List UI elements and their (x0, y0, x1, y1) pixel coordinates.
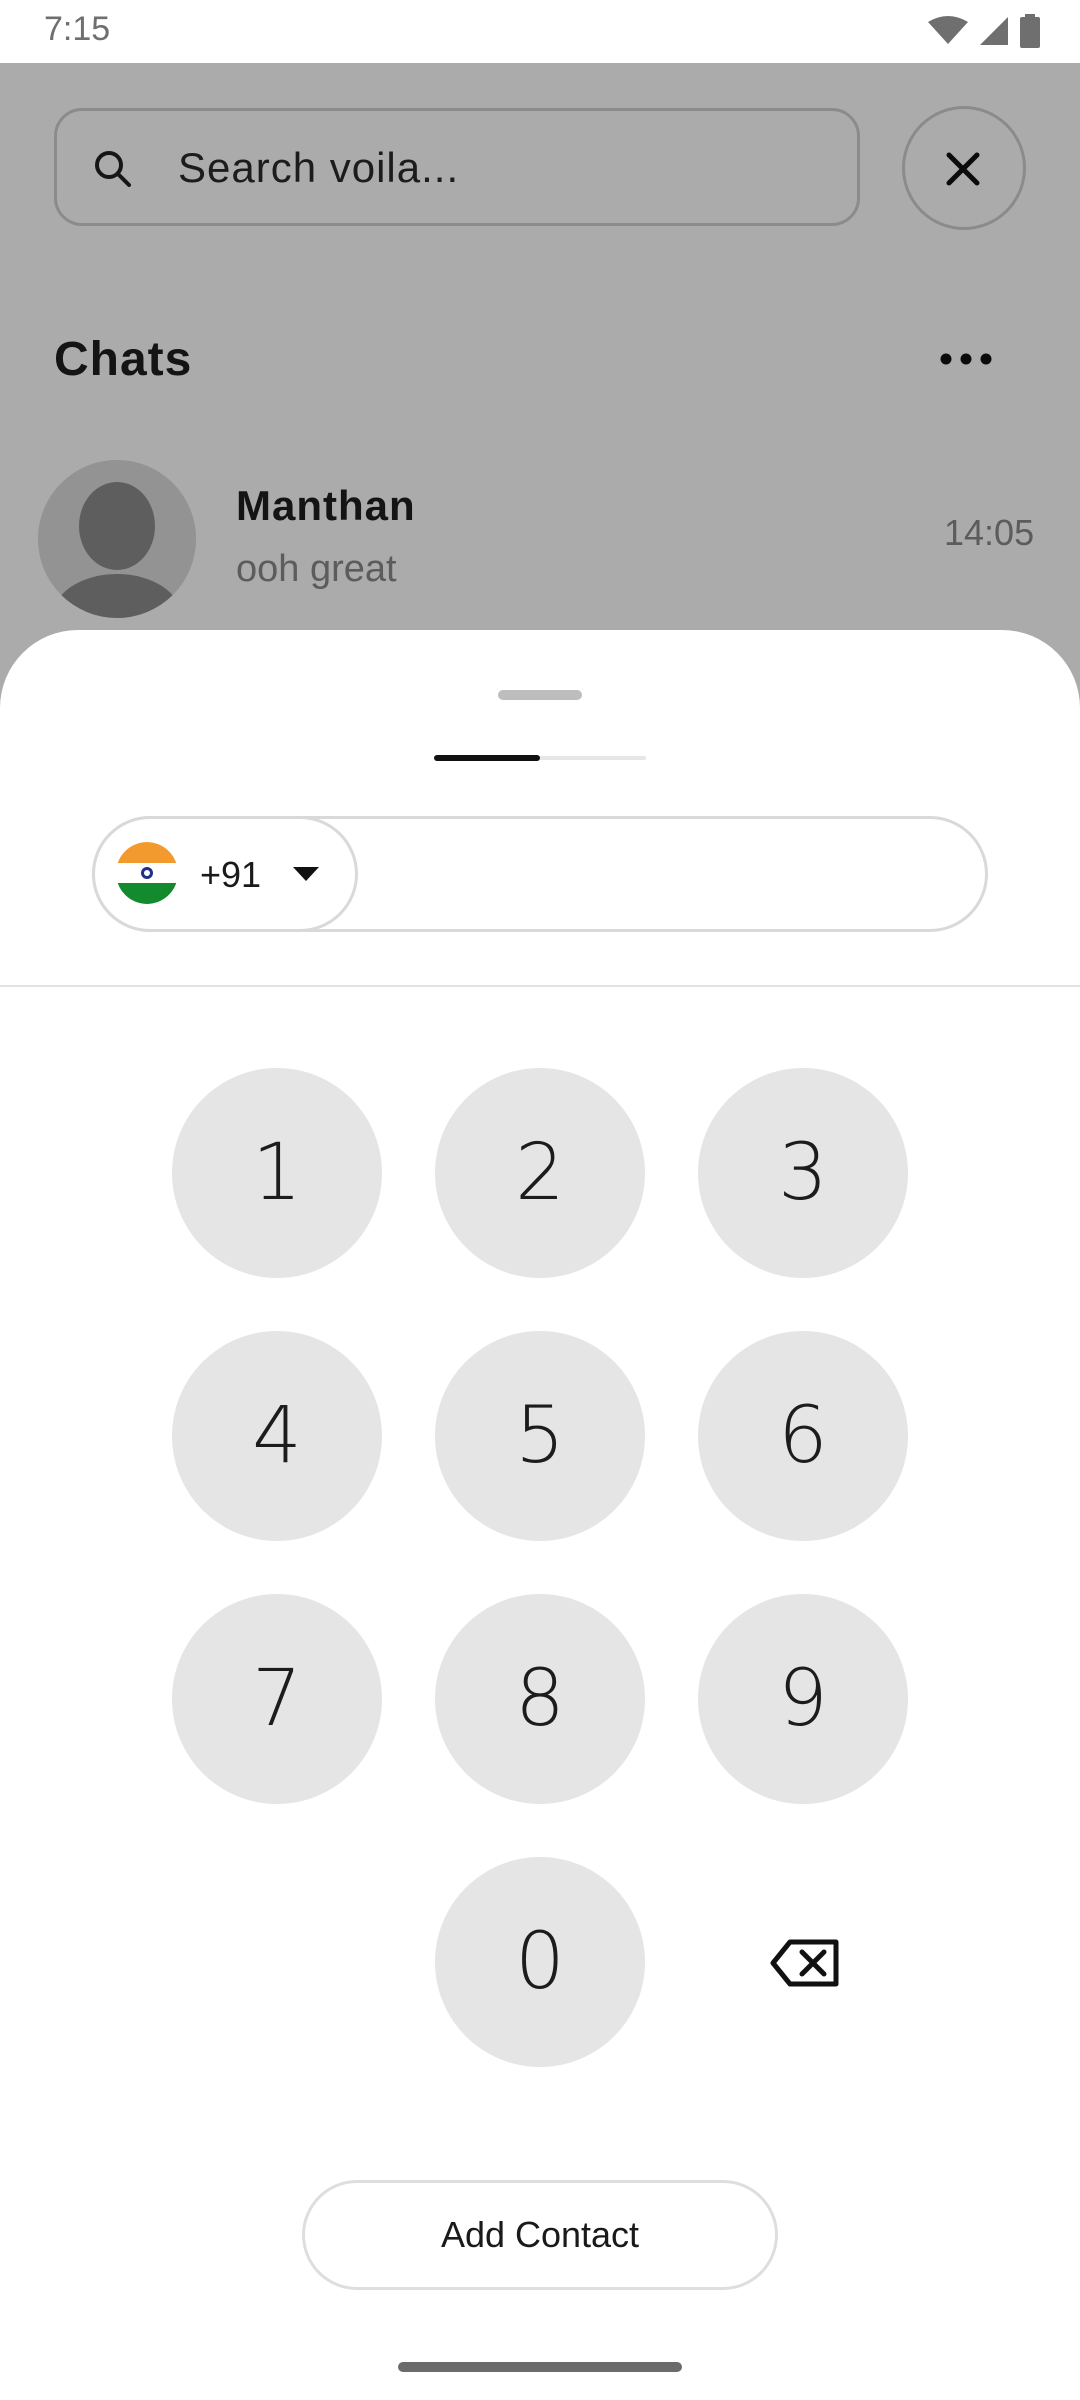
status-bar (0, 0, 1080, 63)
sheet-drag-handle[interactable] (498, 690, 582, 700)
battery-icon (1020, 14, 1040, 48)
key-0[interactable]: 0 (435, 1857, 645, 2067)
country-code-label: +91 (200, 854, 262, 895)
key-7[interactable]: 7 (172, 1594, 382, 1804)
key-8[interactable]: 8 (435, 1594, 645, 1804)
key-2[interactable]: 2 (435, 1068, 645, 1278)
step-progress-fill (434, 755, 540, 761)
key-5[interactable]: 5 (435, 1331, 645, 1541)
key-1[interactable]: 1 (172, 1068, 382, 1278)
wifi-icon (928, 16, 968, 44)
status-time: 7:15 (44, 10, 111, 48)
add-contact-button[interactable]: Add Contact (302, 2180, 778, 2290)
home-indicator[interactable] (398, 2362, 682, 2372)
dropdown-arrow-icon (293, 867, 319, 881)
backspace-icon[interactable] (770, 1938, 840, 1988)
key-4[interactable]: 4 (172, 1331, 382, 1541)
key-3[interactable]: 3 (698, 1068, 908, 1278)
key-9[interactable]: 9 (698, 1594, 908, 1804)
india-flag-icon (116, 842, 178, 904)
status-icons (928, 14, 1040, 48)
signal-icon (980, 17, 1008, 45)
key-6[interactable]: 6 (698, 1331, 908, 1541)
divider (0, 985, 1080, 987)
